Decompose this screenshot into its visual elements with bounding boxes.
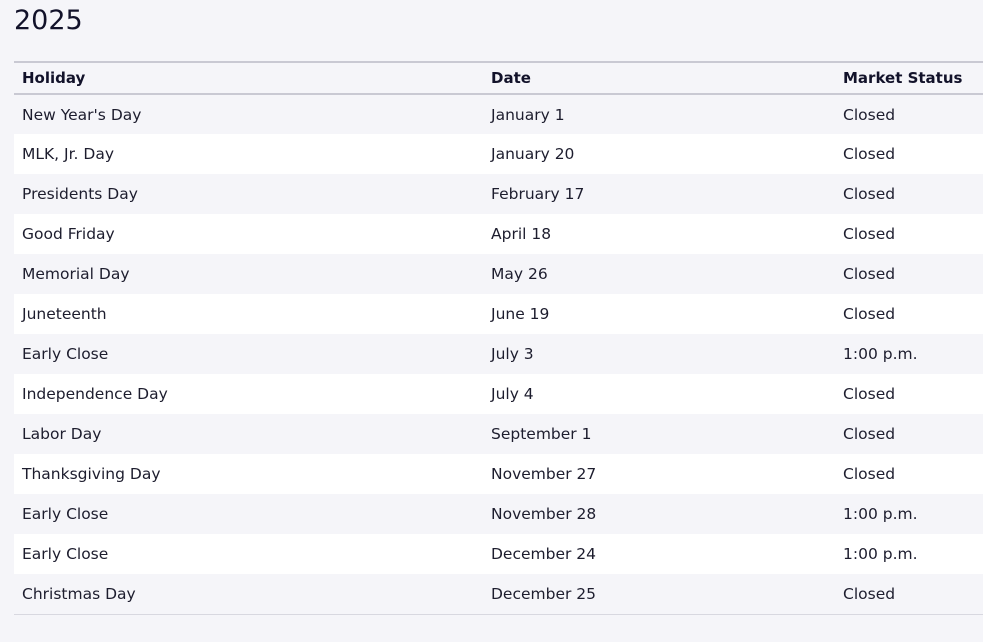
holiday-cell: Christmas Day	[14, 574, 483, 615]
status-cell: Closed	[835, 174, 983, 214]
status-cell: Closed	[835, 214, 983, 254]
status-cell: Closed	[835, 414, 983, 454]
holiday-cell: Early Close	[14, 534, 483, 574]
holiday-cell: Juneteenth	[14, 294, 483, 334]
date-cell: June 19	[483, 294, 835, 334]
holiday-cell: Good Friday	[14, 214, 483, 254]
table-row: Good Friday April 18 Closed	[14, 214, 983, 254]
holiday-cell: Thanksgiving Day	[14, 454, 483, 494]
table-row: Presidents Day February 17 Closed	[14, 174, 983, 214]
year-title: 2025	[14, 5, 83, 36]
status-cell: Closed	[835, 294, 983, 334]
holiday-cell: New Year's Day	[14, 94, 483, 134]
date-cell: November 28	[483, 494, 835, 534]
status-cell: Closed	[835, 254, 983, 294]
table-row: MLK, Jr. Day January 20 Closed	[14, 134, 983, 174]
status-cell: Closed	[835, 454, 983, 494]
page: 2025 Holiday Date Market Status New Year…	[0, 0, 983, 642]
date-cell: January 20	[483, 134, 835, 174]
table-row: Early Close November 28 1:00 p.m.	[14, 494, 983, 534]
status-cell: 1:00 p.m.	[835, 534, 983, 574]
header-date: Date	[483, 61, 835, 95]
table-row: Early Close July 3 1:00 p.m.	[14, 334, 983, 374]
status-cell: 1:00 p.m.	[835, 494, 983, 534]
holiday-cell: Memorial Day	[14, 254, 483, 294]
date-cell: May 26	[483, 254, 835, 294]
header-row: Holiday Date Market Status	[14, 61, 983, 95]
table-row: Christmas Day December 25 Closed	[14, 574, 983, 615]
holiday-cell: MLK, Jr. Day	[14, 134, 483, 174]
table-row: Memorial Day May 26 Closed	[14, 254, 983, 294]
holiday-cell: Presidents Day	[14, 174, 483, 214]
holiday-cell: Early Close	[14, 334, 483, 374]
date-cell: April 18	[483, 214, 835, 254]
header-holiday: Holiday	[14, 61, 483, 95]
table-row: Thanksgiving Day November 27 Closed	[14, 454, 983, 494]
status-cell: Closed	[835, 134, 983, 174]
date-cell: September 1	[483, 414, 835, 454]
date-cell: December 24	[483, 534, 835, 574]
date-cell: July 3	[483, 334, 835, 374]
status-cell: Closed	[835, 574, 983, 615]
status-cell: 1:00 p.m.	[835, 334, 983, 374]
holiday-cell: Early Close	[14, 494, 483, 534]
table-row: Independence Day July 4 Closed	[14, 374, 983, 414]
date-cell: December 25	[483, 574, 835, 615]
table-row: New Year's Day January 1 Closed	[14, 94, 983, 134]
table-body: New Year's Day January 1 Closed MLK, Jr.…	[14, 94, 983, 615]
status-cell: Closed	[835, 374, 983, 414]
table-header: Holiday Date Market Status	[14, 61, 983, 95]
table-row: Labor Day September 1 Closed	[14, 414, 983, 454]
status-cell: Closed	[835, 94, 983, 134]
table-row: Juneteenth June 19 Closed	[14, 294, 983, 334]
holiday-cell: Labor Day	[14, 414, 483, 454]
date-cell: February 17	[483, 174, 835, 214]
header-market-status: Market Status	[835, 61, 983, 95]
holiday-table: Holiday Date Market Status New Year's Da…	[14, 61, 983, 615]
date-cell: July 4	[483, 374, 835, 414]
holiday-cell: Independence Day	[14, 374, 483, 414]
date-cell: November 27	[483, 454, 835, 494]
table-row: Early Close December 24 1:00 p.m.	[14, 534, 983, 574]
date-cell: January 1	[483, 94, 835, 134]
